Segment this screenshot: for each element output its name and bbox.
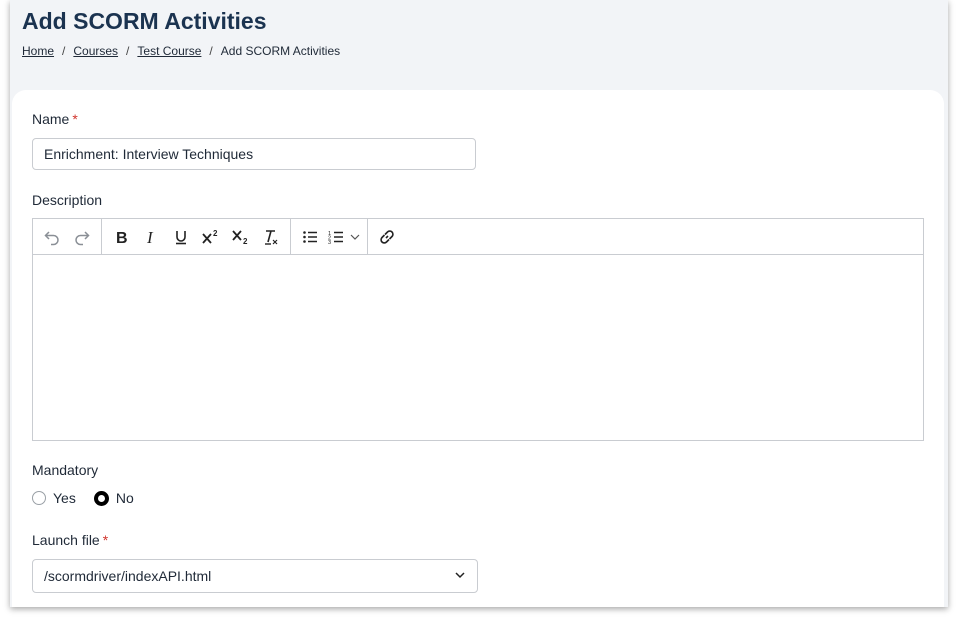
required-mark: * — [102, 532, 109, 548]
name-input[interactable] — [32, 138, 476, 170]
launch-file-select[interactable]: /scormdriver/indexAPI.html — [32, 559, 478, 593]
editor-toolbar: B I 2 2 1 2 3 — [33, 219, 923, 255]
required-mark: * — [72, 111, 78, 127]
italic-icon[interactable]: I — [136, 222, 166, 252]
launch-file-value: /scormdriver/indexAPI.html — [44, 568, 212, 584]
svg-text:B: B — [116, 230, 128, 246]
form-card: Name* Description B — [12, 90, 944, 607]
breadcrumb-current: Add SCORM Activities — [220, 44, 341, 58]
radio-no-label[interactable]: No — [116, 490, 134, 506]
undo-icon[interactable] — [37, 222, 67, 252]
breadcrumb-courses[interactable]: Courses — [73, 44, 118, 58]
radio-yes[interactable] — [32, 491, 46, 505]
mandatory-radio-group: Yes No — [32, 490, 152, 506]
radio-yes-label[interactable]: Yes — [53, 490, 76, 506]
svg-text:2: 2 — [243, 237, 248, 246]
name-label-text: Name — [32, 111, 70, 127]
clear-format-icon[interactable] — [256, 222, 286, 252]
toolbar-group-history — [33, 219, 102, 254]
chevron-down-icon[interactable] — [347, 222, 363, 252]
breadcrumb-separator: / — [62, 44, 66, 58]
svg-text:2: 2 — [213, 229, 218, 238]
description-label: Description — [32, 192, 103, 208]
radio-no[interactable] — [93, 490, 109, 506]
underline-icon[interactable] — [166, 222, 196, 252]
bold-icon[interactable]: B — [106, 222, 136, 252]
name-label: Name * — [32, 111, 78, 127]
page: Add SCORM Activities Home / Courses / Te… — [10, 0, 948, 607]
breadcrumb-separator: / — [126, 44, 130, 58]
superscript-icon[interactable]: 2 — [196, 222, 226, 252]
description-editor: B I 2 2 1 2 3 — [32, 218, 924, 441]
launch-file-label-text: Launch file — [32, 532, 100, 548]
launch-file-label: Launch file * — [32, 532, 108, 548]
mandatory-label: Mandatory — [32, 462, 99, 478]
numbered-list-icon[interactable]: 123 — [325, 222, 347, 252]
editor-content-area[interactable] — [33, 255, 923, 440]
chevron-down-icon — [454, 568, 466, 584]
toolbar-group-format: B I 2 2 — [102, 219, 291, 254]
subscript-icon[interactable]: 2 — [226, 222, 256, 252]
breadcrumb-separator: / — [209, 44, 213, 58]
breadcrumb-home[interactable]: Home — [22, 44, 54, 58]
toolbar-group-lists: 123 — [291, 219, 368, 254]
svg-text:3: 3 — [328, 240, 331, 246]
page-title: Add SCORM Activities — [22, 8, 267, 34]
svg-text:I: I — [146, 228, 154, 246]
redo-icon[interactable] — [67, 222, 97, 252]
link-icon[interactable] — [372, 222, 402, 252]
breadcrumb: Home / Courses / Test Course / Add SCORM… — [22, 44, 340, 58]
toolbar-group-link — [368, 219, 406, 254]
breadcrumb-test-course[interactable]: Test Course — [137, 44, 201, 58]
bullet-list-icon[interactable] — [295, 222, 325, 252]
